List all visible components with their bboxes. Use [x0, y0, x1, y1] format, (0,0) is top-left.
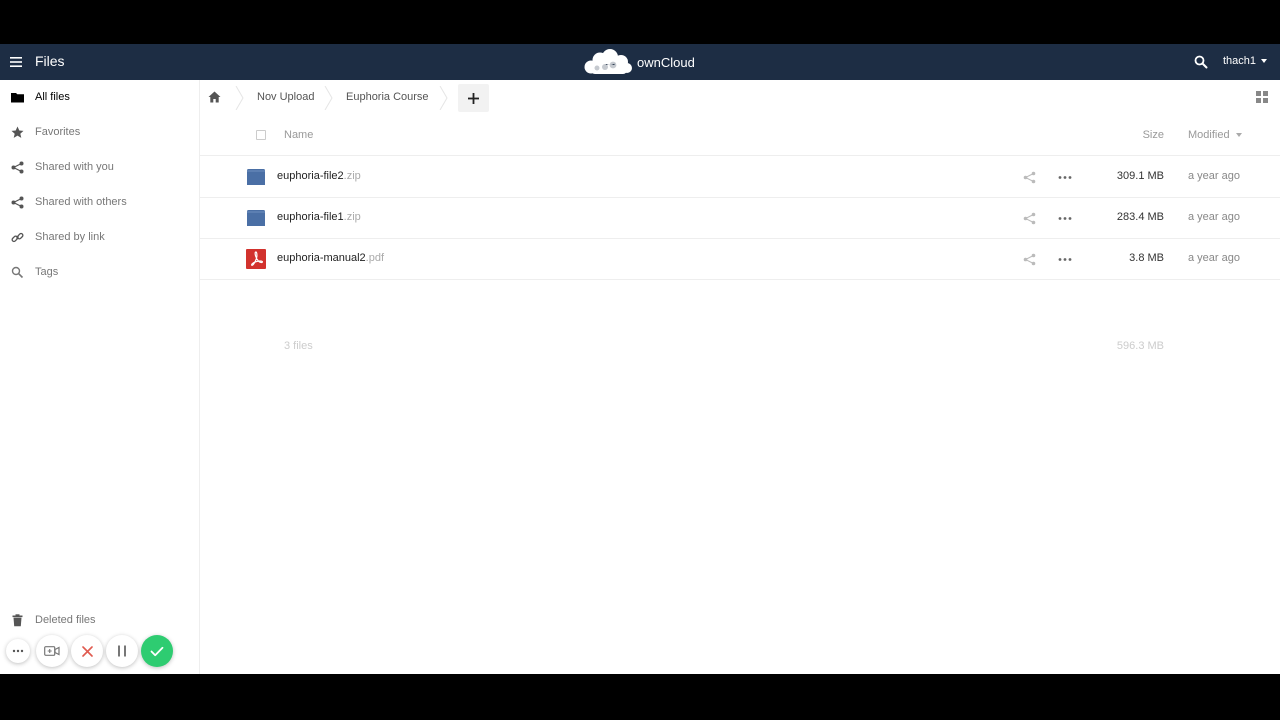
app-title[interactable]: Files [35, 53, 65, 69]
archive-file-icon [247, 210, 265, 226]
sidebar-item-deleted-files[interactable]: Deleted files [0, 603, 200, 638]
file-modified: a year ago [1188, 252, 1240, 264]
select-all-checkbox[interactable] [256, 130, 266, 140]
breadcrumb-separator [324, 86, 333, 110]
username: thach1 [1223, 55, 1257, 67]
owncloud-logo[interactable]: ownCloud [583, 48, 695, 76]
summary-total-size: 596.3 MB [1116, 340, 1164, 352]
breadcrumb-nov-upload[interactable]: Nov Upload [257, 91, 314, 103]
breadcrumb-separator [439, 86, 448, 110]
check-icon [150, 646, 164, 656]
recorder-more-button[interactable] [6, 639, 30, 663]
pdf-file-icon [246, 249, 266, 269]
sidebar-item-shared-with-you[interactable]: Shared with you [0, 150, 200, 185]
sidebar-item-all-files[interactable]: All files [0, 80, 200, 115]
sidebar-item-shared-with-others[interactable]: Shared with others [0, 185, 200, 220]
column-header-name[interactable]: Name [284, 129, 313, 141]
sidebar-item-label: Shared by link [35, 231, 105, 243]
more-actions-icon[interactable] [1058, 212, 1072, 225]
share-icon [11, 196, 24, 209]
file-extension: .zip [343, 211, 361, 223]
archive-file-icon [247, 169, 265, 185]
file-name[interactable]: euphoria-file2.zip [277, 170, 361, 182]
table-row[interactable]: euphoria-file2.zip 309.1 MB a year ago [200, 157, 1280, 198]
breadcrumb-euphoria-course[interactable]: Euphoria Course [346, 91, 429, 103]
file-extension: .pdf [365, 252, 385, 264]
breadcrumb-separator [235, 86, 244, 110]
letterbox-top [0, 0, 1280, 44]
caret-down-icon [1261, 59, 1268, 63]
file-basename: euphoria-manual2 [277, 252, 366, 264]
summary-file-count: 3 files [284, 340, 313, 352]
file-extension: .zip [343, 170, 361, 182]
share-icon[interactable] [1023, 253, 1036, 266]
file-basename: euphoria-file2 [277, 170, 344, 182]
plus-icon [468, 92, 479, 104]
share-icon [11, 161, 24, 174]
camera-icon [44, 646, 60, 656]
file-name[interactable]: euphoria-file1.zip [277, 211, 361, 223]
recorder-pause-button[interactable] [106, 635, 138, 667]
sort-caret-icon [1235, 133, 1242, 137]
sidebar-item-tags[interactable]: Tags [0, 255, 200, 290]
home-icon[interactable] [208, 91, 221, 103]
sidebar-item-label: Deleted files [35, 614, 96, 626]
file-basename: euphoria-file1 [277, 211, 344, 223]
column-header-size[interactable]: Size [1143, 129, 1164, 141]
new-file-button[interactable] [458, 84, 489, 112]
user-menu[interactable]: thach1 [1223, 55, 1268, 67]
grid-view-icon[interactable] [1256, 91, 1268, 103]
sidebar-item-label: Shared with others [35, 196, 127, 208]
file-size: 283.4 MB [1116, 211, 1164, 223]
share-icon[interactable] [1023, 212, 1036, 225]
trash-icon [12, 614, 23, 627]
sidebar-item-label: All files [35, 91, 70, 103]
close-icon [81, 645, 93, 657]
search-icon[interactable] [1194, 55, 1208, 69]
file-modified: a year ago [1188, 170, 1240, 182]
share-icon[interactable] [1023, 171, 1036, 184]
more-actions-icon[interactable] [1058, 253, 1072, 266]
controls-bar: Nov Upload Euphoria Course [200, 80, 1280, 116]
file-name[interactable]: euphoria-manual2.pdf [277, 252, 384, 264]
link-icon [11, 232, 24, 243]
column-header-modified-label: Modified [1188, 129, 1230, 141]
sidebar-item-label: Shared with you [35, 161, 114, 173]
column-header-modified[interactable]: Modified [1188, 129, 1242, 141]
file-list-header: Name Size Modified [200, 116, 1280, 156]
tag-search-icon [11, 266, 24, 279]
owncloud-app: Files ownCloud thach1 All files Favorite… [0, 44, 1280, 674]
cloud-logo-icon [584, 49, 632, 74]
recorder-camera-button[interactable] [36, 635, 68, 667]
hamburger-menu-icon[interactable] [10, 53, 28, 71]
star-icon [11, 126, 24, 138]
header-bar: Files ownCloud thach1 [0, 44, 1280, 80]
table-row[interactable]: euphoria-file1.zip 283.4 MB a year ago [200, 198, 1280, 239]
brand-name: ownCloud [637, 54, 695, 70]
file-size: 309.1 MB [1116, 170, 1164, 182]
letterbox-bottom [0, 674, 1280, 720]
sidebar-item-shared-by-link[interactable]: Shared by link [0, 220, 200, 255]
sidebar-item-favorites[interactable]: Favorites [0, 115, 200, 150]
file-size: 3.8 MB [1129, 252, 1164, 264]
file-list-area: Nov Upload Euphoria Course Name Size Mod… [200, 80, 1280, 674]
more-icon [12, 649, 24, 653]
recorder-cancel-button[interactable] [71, 635, 103, 667]
file-modified: a year ago [1188, 211, 1240, 223]
folder-icon [11, 93, 24, 103]
sidebar-item-label: Favorites [35, 126, 81, 138]
more-actions-icon[interactable] [1058, 171, 1072, 184]
sidebar: All files Favorites Shared with you Shar… [0, 80, 200, 674]
table-row[interactable]: euphoria-manual2.pdf 3.8 MB a year ago [200, 239, 1280, 280]
pause-icon [118, 645, 126, 657]
recorder-toolbar [0, 634, 200, 670]
recorder-done-button[interactable] [141, 635, 173, 667]
sidebar-item-label: Tags [35, 266, 59, 278]
